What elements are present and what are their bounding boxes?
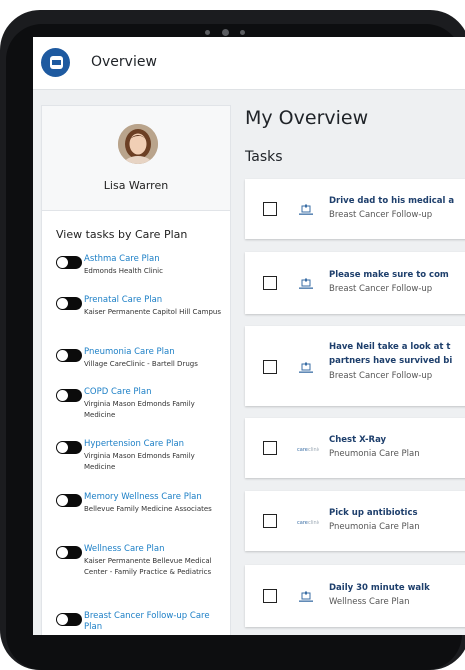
task-care-plan: Pneumonia Care Plan xyxy=(329,449,420,459)
clinic-name: Bellevue Family Medicine Associates xyxy=(84,505,212,513)
hospital-icon xyxy=(299,362,313,373)
task-checkbox[interactable] xyxy=(263,360,277,374)
task-title: Drive dad to his medical a xyxy=(329,196,455,206)
clinic-name: Kaiser Permanente Bellevue Medical Cente… xyxy=(84,557,212,576)
camera-lens xyxy=(222,29,229,36)
toggle-switch[interactable] xyxy=(56,494,82,507)
task-title-line-2: partners have survived bi xyxy=(329,356,453,366)
care-plan-name[interactable]: Hypertension Care Plan xyxy=(84,439,226,450)
sensor-dot xyxy=(205,30,210,35)
care-plan-name[interactable]: Wellness Care Plan xyxy=(84,544,226,555)
task-card[interactable]: care clinic Pick up antibiotics Pneumoni… xyxy=(245,491,465,551)
hospital-icon xyxy=(299,591,313,602)
app-screen: Overview Lisa Warren View tasks by Care … xyxy=(33,37,465,635)
task-card[interactable]: Have Neil take a look at t partners have… xyxy=(245,326,465,406)
task-title: Chest X-Ray xyxy=(329,435,387,445)
task-title: Daily 30 minute walk xyxy=(329,583,430,593)
clinic-name: Virginia Mason Edmonds Family Medicine xyxy=(84,452,195,471)
tasks-heading: Tasks xyxy=(245,149,283,165)
clinic-name: Virginia Mason Edmonds Family Medicine xyxy=(84,400,195,419)
page-title: Overview xyxy=(91,54,157,70)
care-plan-name[interactable]: Breast Cancer Follow-up Care Plan xyxy=(84,611,226,633)
task-checkbox[interactable] xyxy=(263,441,277,455)
task-checkbox[interactable] xyxy=(263,589,277,603)
svg-text:clinic: clinic xyxy=(308,447,319,453)
care-plan-name[interactable]: COPD Care Plan xyxy=(84,387,226,398)
care-plan-name[interactable]: Memory Wellness Care Plan xyxy=(84,492,226,503)
task-title: Have Neil take a look at t xyxy=(329,342,451,352)
task-title: Please make sure to com xyxy=(329,270,449,280)
toggle-switch[interactable] xyxy=(56,546,82,559)
top-bar: Overview xyxy=(33,37,465,90)
care-plan-name[interactable]: Pneumonia Care Plan xyxy=(84,347,226,358)
svg-text:care: care xyxy=(297,447,308,453)
main-title: My Overview xyxy=(245,107,369,129)
section-title: View tasks by Care Plan xyxy=(56,228,188,241)
care-plan-name[interactable]: Prenatal Care Plan xyxy=(84,295,226,306)
profile-card: Lisa Warren xyxy=(42,106,230,211)
task-care-plan: Pneumonia Care Plan xyxy=(329,522,420,532)
clinic-name: Kaiser Permanente Capitol Hill Campus xyxy=(84,308,221,316)
clinic-name: Edmonds Health Clinic xyxy=(84,267,163,275)
task-checkbox[interactable] xyxy=(263,202,277,216)
hospital-icon xyxy=(299,278,313,289)
sensor-dot xyxy=(240,30,245,35)
task-care-plan: Breast Cancer Follow-up xyxy=(329,210,433,220)
task-care-plan: Breast Cancer Follow-up xyxy=(329,284,433,294)
toggle-switch[interactable] xyxy=(56,349,82,362)
careclinic-logo: care clinic xyxy=(297,520,319,526)
task-checkbox[interactable] xyxy=(263,276,277,290)
care-plan-name[interactable]: Asthma Care Plan xyxy=(84,254,226,265)
task-card[interactable]: Daily 30 minute walk Wellness Care Plan xyxy=(245,565,465,627)
toggle-switch[interactable] xyxy=(56,389,82,402)
care-plan-sidebar: Lisa Warren View tasks by Care Plan Asth… xyxy=(41,105,231,635)
clinic-name: Village CareClinic - Bartell Drugs xyxy=(84,360,198,368)
avatar[interactable] xyxy=(118,124,158,164)
task-card[interactable]: Drive dad to his medical a Breast Cancer… xyxy=(245,179,465,239)
toggle-switch[interactable] xyxy=(56,441,82,454)
task-care-plan: Breast Cancer Follow-up xyxy=(329,371,433,381)
hospital-icon xyxy=(299,204,313,215)
task-care-plan: Wellness Care Plan xyxy=(329,597,410,607)
careclinic-logo: care clinic xyxy=(297,447,319,453)
toggle-switch[interactable] xyxy=(56,613,82,626)
task-title: Pick up antibiotics xyxy=(329,508,418,518)
task-checkbox[interactable] xyxy=(263,514,277,528)
user-name: Lisa Warren xyxy=(103,179,169,192)
toggle-switch[interactable] xyxy=(56,297,82,310)
toggle-switch[interactable] xyxy=(56,256,82,269)
task-card[interactable]: Please make sure to com Breast Cancer Fo… xyxy=(245,252,465,314)
app-logo-icon[interactable] xyxy=(41,48,70,77)
svg-text:clinic: clinic xyxy=(308,520,319,526)
svg-text:care: care xyxy=(297,520,308,526)
task-card[interactable]: care clinic Chest X-Ray Pneumonia Care P… xyxy=(245,418,465,478)
